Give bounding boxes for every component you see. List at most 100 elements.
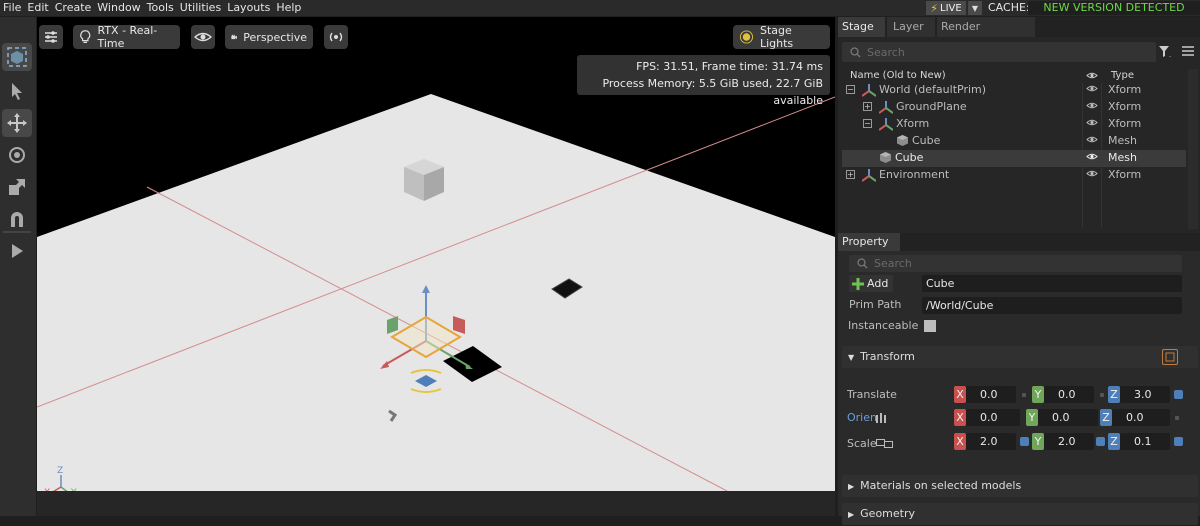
key-button[interactable] <box>1174 390 1183 399</box>
move-tool-button[interactable] <box>2 109 32 137</box>
live-dropdown-button[interactable]: ▼ <box>968 1 982 15</box>
scale-z-axis: Z <box>1108 433 1120 450</box>
transform-reset-button[interactable] <box>1162 349 1178 365</box>
stage-scrollbar[interactable] <box>1188 69 1198 229</box>
lights-dropdown[interactable]: Stage Lights <box>733 24 830 50</box>
menu-icon[interactable] <box>1182 46 1194 56</box>
translate-z-field[interactable]: 3.0 <box>1120 386 1170 403</box>
snap-tool-button[interactable] <box>2 205 32 233</box>
geometry-section-header[interactable]: ▶ Geometry <box>842 503 1198 525</box>
viewport-settings-button[interactable] <box>39 25 63 49</box>
menu-tools[interactable]: Tools <box>144 0 177 16</box>
select-tool-button[interactable] <box>2 77 32 105</box>
stage-column-header: Name (Old to New) Type <box>842 68 1198 83</box>
tree-row-type: Mesh <box>1108 151 1137 164</box>
menu-utilities[interactable]: Utilities <box>177 0 224 16</box>
scale-x-field[interactable]: 2.0 <box>966 433 1016 450</box>
filter-icon[interactable]: . <box>1158 45 1174 58</box>
tree-row-name: World (defaultPrim) <box>879 83 987 96</box>
materials-section-header[interactable]: ▶ Materials on selected models <box>842 475 1198 497</box>
tree-row[interactable]: + GroundPlane Xform <box>842 99 1186 116</box>
menu-help[interactable]: Help <box>273 0 304 16</box>
rotation-order-icon[interactable] <box>876 413 888 423</box>
orient-y-field[interactable]: 0.0 <box>1038 409 1098 426</box>
col-type-header[interactable]: Type <box>1111 70 1134 81</box>
plus-icon <box>852 277 864 290</box>
translate-label: Translate <box>847 388 897 401</box>
prim-path-field[interactable]: /World/Cube <box>922 297 1182 314</box>
prim-path-label: Prim Path <box>849 298 902 311</box>
expand-toggle[interactable]: + <box>846 170 855 179</box>
fps-readout: FPS: 31.51, Frame time: 31.74 ms <box>636 60 823 73</box>
expand-toggle[interactable]: + <box>863 102 872 111</box>
link-icon[interactable] <box>876 439 894 448</box>
collapse-toggle[interactable]: − <box>846 85 855 94</box>
translate-y-field[interactable]: 0.0 <box>1044 386 1094 403</box>
tab-stage[interactable]: Stage <box>838 17 885 37</box>
orient-z-field[interactable]: 0.0 <box>1112 409 1170 426</box>
menu-create[interactable]: Create <box>52 0 95 16</box>
select-mode-button[interactable] <box>2 43 32 71</box>
translate-z-axis: Z <box>1108 386 1120 403</box>
orient-x-field[interactable]: 0.0 <box>966 409 1020 426</box>
audio-button[interactable] <box>324 25 348 49</box>
eye-icon[interactable] <box>1086 84 1098 93</box>
play-button[interactable] <box>2 237 32 265</box>
tree-row[interactable]: − World (defaultPrim) Xform <box>842 82 1186 99</box>
orient-label[interactable]: Orien <box>847 411 877 424</box>
link-toggle[interactable] <box>1020 437 1029 446</box>
translate-x-field[interactable]: 0.0 <box>966 386 1016 403</box>
menu-edit[interactable]: Edit <box>24 0 51 16</box>
transform-section-header[interactable]: ▼ Transform <box>842 346 1198 368</box>
collapse-arrow-icon: ▼ <box>848 353 855 362</box>
tab-property[interactable]: Property <box>838 233 900 251</box>
stage-search-placeholder: Search <box>867 45 905 59</box>
property-search-input[interactable]: Search <box>849 255 1182 272</box>
frame-icon <box>1165 352 1175 362</box>
tree-row[interactable]: + Environment Xform <box>842 167 1186 184</box>
renderer-dropdown[interactable]: RTX - Real-Time <box>73 24 180 50</box>
key-button[interactable] <box>1174 437 1183 446</box>
new-version-notice[interactable]: NEW VERSION DETECTED <box>1028 1 1200 15</box>
broadcast-icon <box>329 32 343 42</box>
eye-icon[interactable] <box>1086 169 1098 178</box>
scale-y-field[interactable]: 2.0 <box>1044 433 1094 450</box>
eye-icon[interactable] <box>1086 152 1098 161</box>
live-button[interactable]: ⚡ LIVE <box>926 1 966 15</box>
tree-row-name: Xform <box>896 117 930 130</box>
menu-layouts[interactable]: Layouts <box>224 0 273 16</box>
rotate-tool-button[interactable] <box>2 141 32 169</box>
right-panel: Stage Layer Render Settings Search . Nam… <box>838 17 1200 525</box>
link-dot <box>1022 393 1026 397</box>
camera-dropdown[interactable]: Perspective <box>225 25 313 49</box>
tree-row-selected[interactable]: Cube Mesh <box>842 150 1186 167</box>
scale-tool-button[interactable] <box>2 173 32 201</box>
tree-row[interactable]: Cube Mesh <box>842 133 1186 150</box>
menu-file[interactable]: File <box>0 0 24 16</box>
tab-render-settings[interactable]: Render Settings <box>937 17 1035 53</box>
xform-icon <box>862 169 876 182</box>
stage-search-input[interactable]: Search <box>842 42 1156 62</box>
scale-z-field[interactable]: 0.1 <box>1120 433 1170 450</box>
add-button[interactable]: Add <box>849 275 893 292</box>
link-toggle[interactable] <box>1096 437 1105 446</box>
tab-layer[interactable]: Layer <box>887 17 935 37</box>
tree-row[interactable]: − Xform Xform <box>842 116 1186 133</box>
prim-name-field[interactable]: Cube <box>922 275 1182 292</box>
collapse-toggle[interactable]: − <box>863 119 872 128</box>
cube-select-icon <box>7 47 27 67</box>
key-button[interactable] <box>1175 416 1179 420</box>
col-name-header[interactable]: Name (Old to New) <box>850 70 946 81</box>
orient-x-axis: X <box>954 409 966 426</box>
menu-window[interactable]: Window <box>94 0 143 16</box>
camera-label: Perspective <box>243 30 307 44</box>
visibility-button[interactable] <box>191 25 215 49</box>
tree-row-type: Xform <box>1108 100 1142 113</box>
cache-label: CACHE: <box>988 1 1030 14</box>
eye-icon[interactable] <box>1086 101 1098 110</box>
eye-icon[interactable] <box>1086 135 1098 144</box>
stats-overlay: FPS: 31.51, Frame time: 31.74 ms Process… <box>577 55 830 107</box>
viewport[interactable]: Z X Y RTX - Real-Time Perspective Stage … <box>37 17 835 491</box>
instanceable-checkbox[interactable] <box>924 320 936 332</box>
eye-icon[interactable] <box>1086 118 1098 127</box>
